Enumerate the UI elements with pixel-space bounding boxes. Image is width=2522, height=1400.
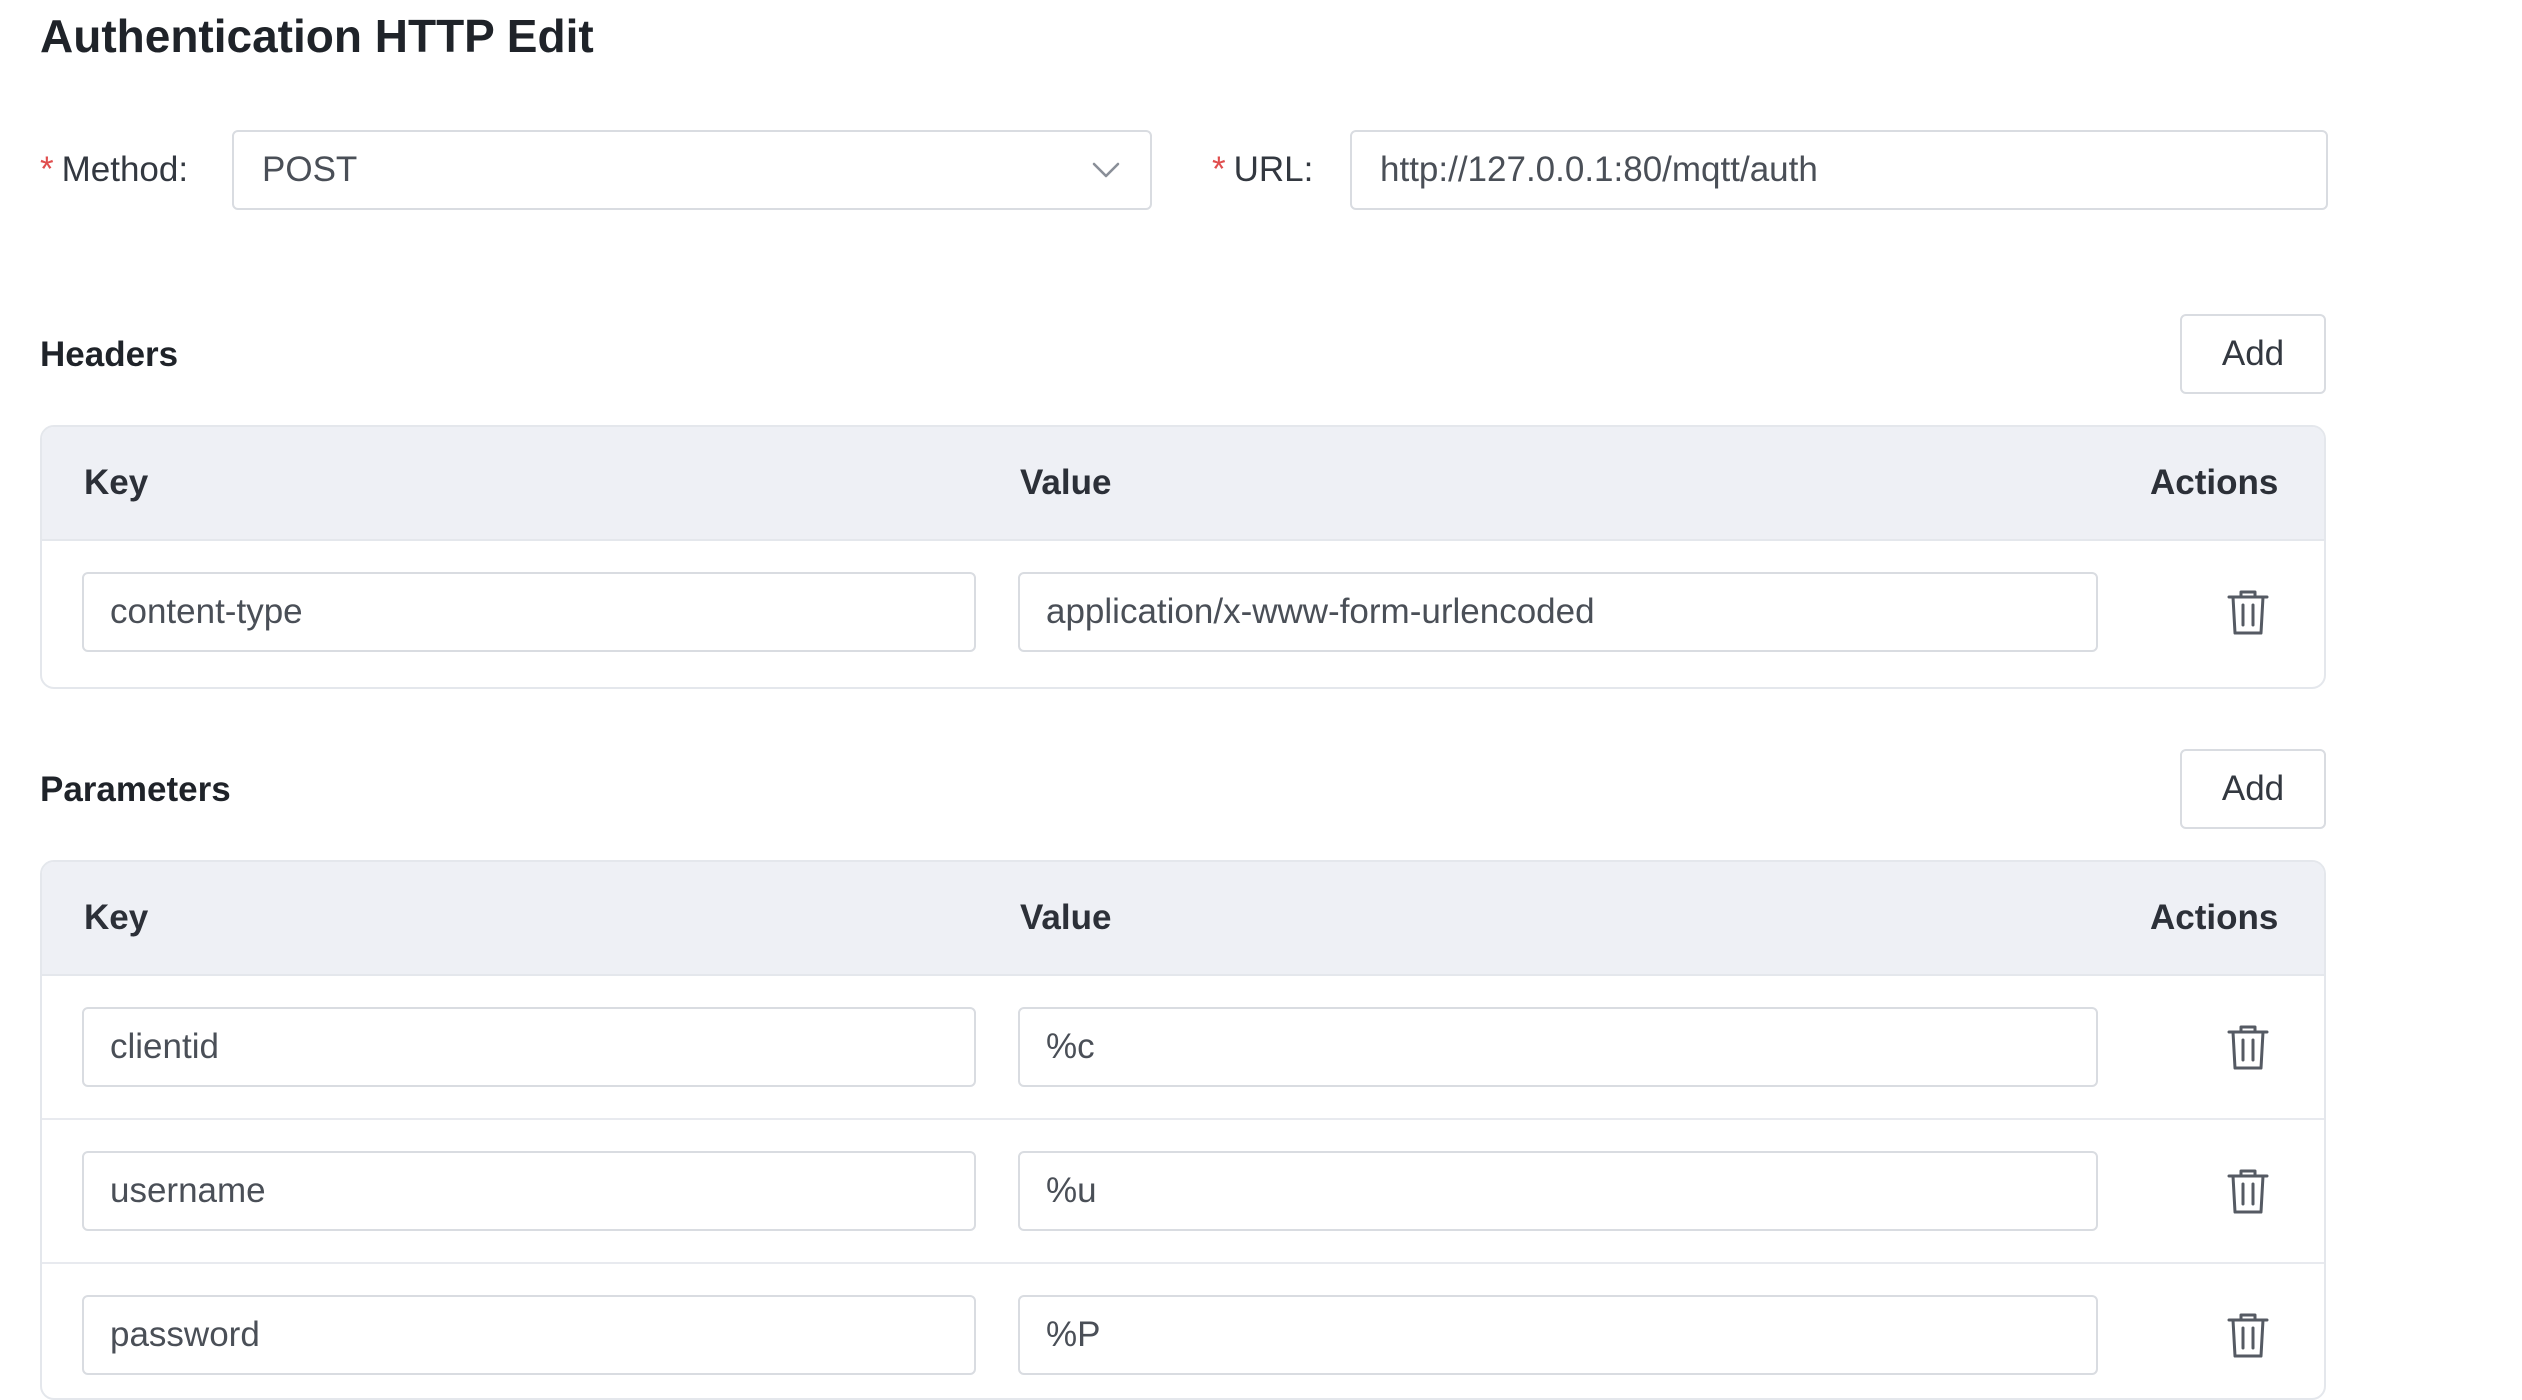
header-value-input[interactable]: application/x-www-form-urlencoded xyxy=(1018,572,2098,652)
url-label: * URL: xyxy=(1212,152,1313,187)
parameter-value-input[interactable]: %u xyxy=(1018,1151,2098,1231)
required-mark: * xyxy=(40,150,54,189)
method-label: * Method: xyxy=(40,152,188,187)
trash-icon xyxy=(2227,1169,2269,1214)
column-header-key: Key xyxy=(84,463,149,502)
required-mark: * xyxy=(1212,150,1226,189)
column-header-actions: Actions xyxy=(2150,463,2279,502)
parameter-value-input[interactable]: %P xyxy=(1018,1295,2098,1375)
page-title: Authentication HTTP Edit xyxy=(40,10,594,62)
method-select-value: POST xyxy=(262,150,358,189)
table-row: password %P xyxy=(42,1264,2324,1398)
trash-icon xyxy=(2227,1313,2269,1358)
table-row: username %u xyxy=(42,1120,2324,1264)
delete-row-button[interactable] xyxy=(2222,1165,2274,1217)
url-input[interactable]: http://127.0.0.1:80/mqtt/auth xyxy=(1350,130,2328,210)
url-label-text: URL: xyxy=(1233,150,1314,189)
parameters-section-title: Parameters xyxy=(40,770,231,809)
parameters-table: Key Value Actions clientid %c username %… xyxy=(40,860,2326,1400)
column-header-value: Value xyxy=(1020,463,1112,502)
add-header-button[interactable]: Add xyxy=(2180,314,2326,394)
header-key-input[interactable]: content-type xyxy=(82,572,976,652)
headers-table: Key Value Actions content-type applicati… xyxy=(40,425,2326,689)
method-select[interactable]: POST xyxy=(232,130,1152,210)
delete-row-button[interactable] xyxy=(2222,586,2274,638)
chevron-down-icon xyxy=(1092,161,1120,179)
parameter-key-input[interactable]: clientid xyxy=(82,1007,976,1087)
trash-icon xyxy=(2227,1025,2269,1070)
parameter-key-input[interactable]: username xyxy=(82,1151,976,1231)
table-row: clientid %c xyxy=(42,976,2324,1120)
add-parameter-button[interactable]: Add xyxy=(2180,749,2326,829)
method-label-text: Method: xyxy=(61,150,189,189)
column-header-value: Value xyxy=(1020,898,1112,937)
headers-section-title: Headers xyxy=(40,335,179,374)
parameters-table-header: Key Value Actions xyxy=(42,862,2324,976)
delete-row-button[interactable] xyxy=(2222,1309,2274,1361)
delete-row-button[interactable] xyxy=(2222,1021,2274,1073)
parameter-key-input[interactable]: password xyxy=(82,1295,976,1375)
trash-icon xyxy=(2227,590,2269,635)
table-row: content-type application/x-www-form-urle… xyxy=(42,541,2324,687)
url-input-value: http://127.0.0.1:80/mqtt/auth xyxy=(1380,150,1818,189)
column-header-actions: Actions xyxy=(2150,898,2279,937)
parameter-value-input[interactable]: %c xyxy=(1018,1007,2098,1087)
column-header-key: Key xyxy=(84,898,149,937)
headers-table-header: Key Value Actions xyxy=(42,427,2324,541)
